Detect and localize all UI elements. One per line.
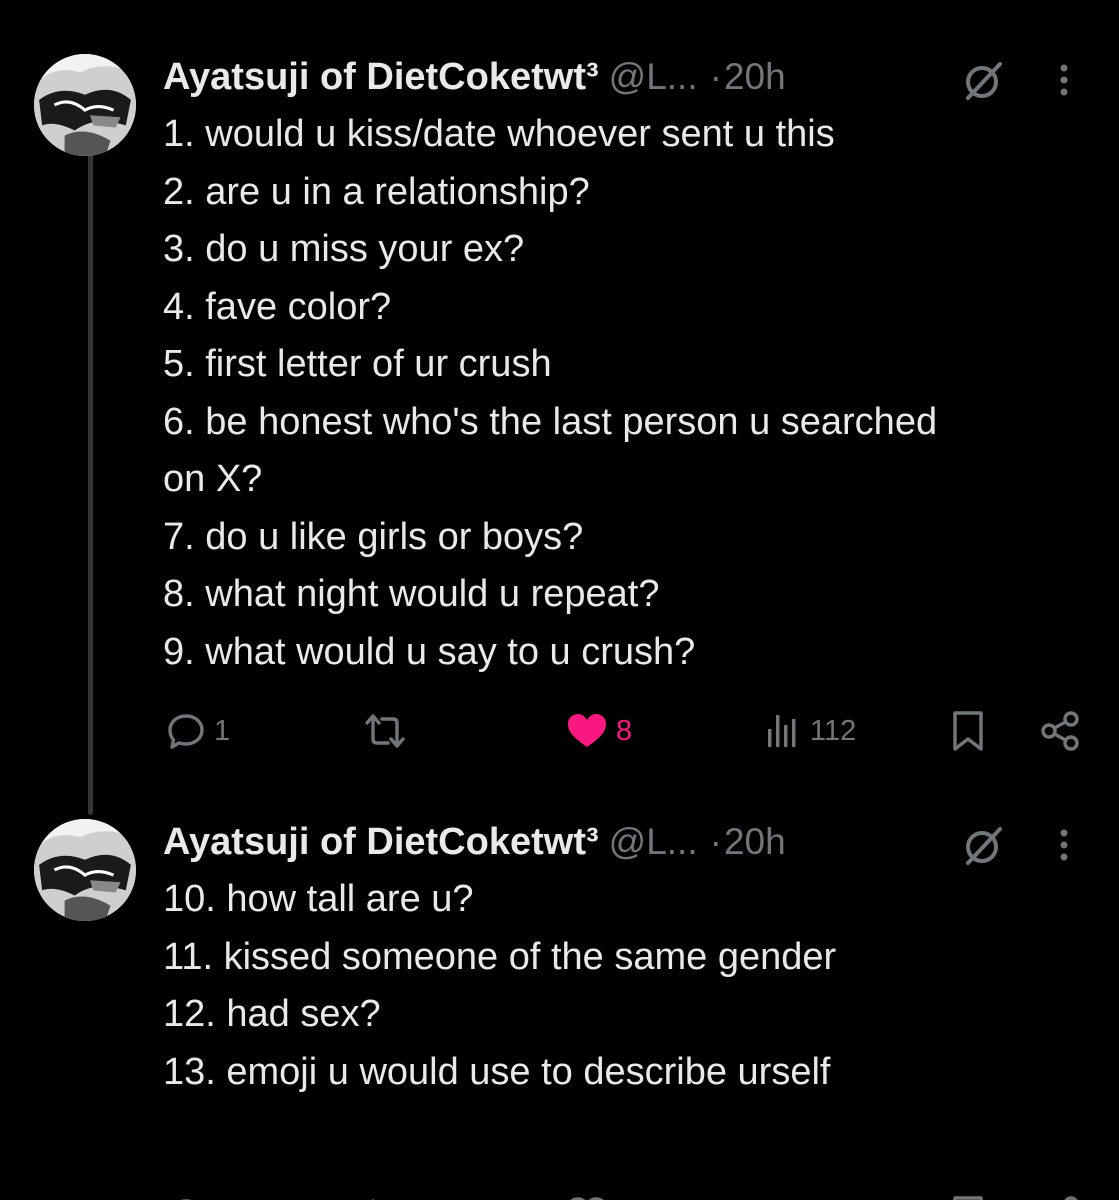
- tweet-line: 11. kissed someone of the same gender: [163, 935, 837, 978]
- tweet-line: 3. do u miss your ex?: [163, 228, 525, 270]
- tweet-header: Ayatsuji of DietCoketwt³ @L... · 20h: [163, 817, 786, 867]
- grok-icon[interactable]: [960, 58, 1004, 102]
- views-button[interactable]: 112: [764, 706, 856, 756]
- share-icon: [1041, 711, 1079, 751]
- tweet-text: 10. how tall are u? 11. kissed someone o…: [163, 871, 1093, 1101]
- tweet-line: 6. be honest who's the last person u sea…: [163, 400, 938, 443]
- tweet-line: 13. emoji u would use to describe urself: [163, 1050, 831, 1093]
- like-button[interactable]: 8: [564, 706, 632, 756]
- tweet-line: 4. fave color?: [163, 285, 392, 328]
- bookmark-icon: [953, 711, 983, 751]
- avatar[interactable]: [34, 54, 136, 156]
- separator: ·: [709, 821, 722, 862]
- author-name[interactable]: Ayatsuji of DietCoketwt³: [163, 56, 599, 99]
- author-handle[interactable]: @L...: [609, 821, 698, 863]
- tweet-line: 1. would u kiss/date whoever sent u this: [163, 113, 835, 155]
- repost-button[interactable]: [360, 706, 410, 756]
- bookmark-button[interactable]: [948, 706, 988, 756]
- tweet-line: 5. first letter of ur crush: [163, 343, 552, 385]
- timestamp[interactable]: 20h: [724, 821, 786, 863]
- tweet-text: 1. would u kiss/date whoever sent u this…: [163, 106, 1093, 681]
- like-count: 8: [616, 714, 633, 747]
- share-button[interactable]: [1038, 1191, 1084, 1200]
- tweet-line: 12. had sex?: [163, 993, 381, 1035]
- views-icon: [764, 1194, 804, 1200]
- reply-icon: [168, 714, 204, 749]
- heart-outline-icon: [570, 1197, 604, 1200]
- tweet-line: on X?: [163, 458, 263, 500]
- tweet-header: Ayatsuji of DietCoketwt³ @L... · 20h: [163, 52, 786, 102]
- repost-button[interactable]: [360, 1191, 410, 1200]
- grok-icon[interactable]: [960, 823, 1004, 867]
- timeline: Ayatsuji of DietCoketwt³ @L... · 20h 1. …: [0, 0, 1119, 1200]
- repost-icon: [365, 714, 405, 748]
- share-button[interactable]: [1038, 706, 1084, 756]
- tweet-line: 9. what would u say to u crush?: [163, 630, 696, 673]
- thread-connector-line: [88, 150, 93, 815]
- more-icon[interactable]: [1050, 58, 1078, 102]
- action-bar: 3 6 106: [160, 1191, 1095, 1200]
- heart-filled-icon: [568, 714, 606, 747]
- bookmark-icon: [953, 1196, 983, 1200]
- more-icon[interactable]: [1050, 823, 1078, 867]
- tweet-line: 2. are u in a relationship?: [163, 170, 590, 213]
- author-name[interactable]: Ayatsuji of DietCoketwt³: [163, 821, 599, 864]
- reply-icon: [180, 1199, 192, 1200]
- author-handle[interactable]: @L...: [609, 56, 698, 98]
- reply-count: 1: [214, 714, 231, 747]
- action-bar: 1 8 112: [160, 706, 1095, 756]
- tweet-line: 10. how tall are u?: [163, 878, 474, 920]
- reply-button[interactable]: 1: [164, 706, 230, 756]
- separator: ·: [709, 56, 722, 97]
- tweet-line: 8. what night would u repeat?: [163, 573, 660, 615]
- timestamp[interactable]: 20h: [724, 56, 786, 98]
- views-button[interactable]: 106: [764, 1191, 858, 1200]
- share-icon: [1064, 1196, 1078, 1200]
- repost-icon: [371, 1199, 375, 1200]
- views-icon: [768, 715, 796, 747]
- reply-button[interactable]: 3: [164, 1191, 230, 1200]
- view-count: 112: [810, 714, 857, 747]
- avatar[interactable]: [34, 819, 136, 921]
- like-button[interactable]: 6: [564, 1191, 632, 1200]
- tweet-line: 7. do u like girls or boys?: [163, 515, 584, 558]
- bookmark-button[interactable]: [948, 1191, 988, 1200]
